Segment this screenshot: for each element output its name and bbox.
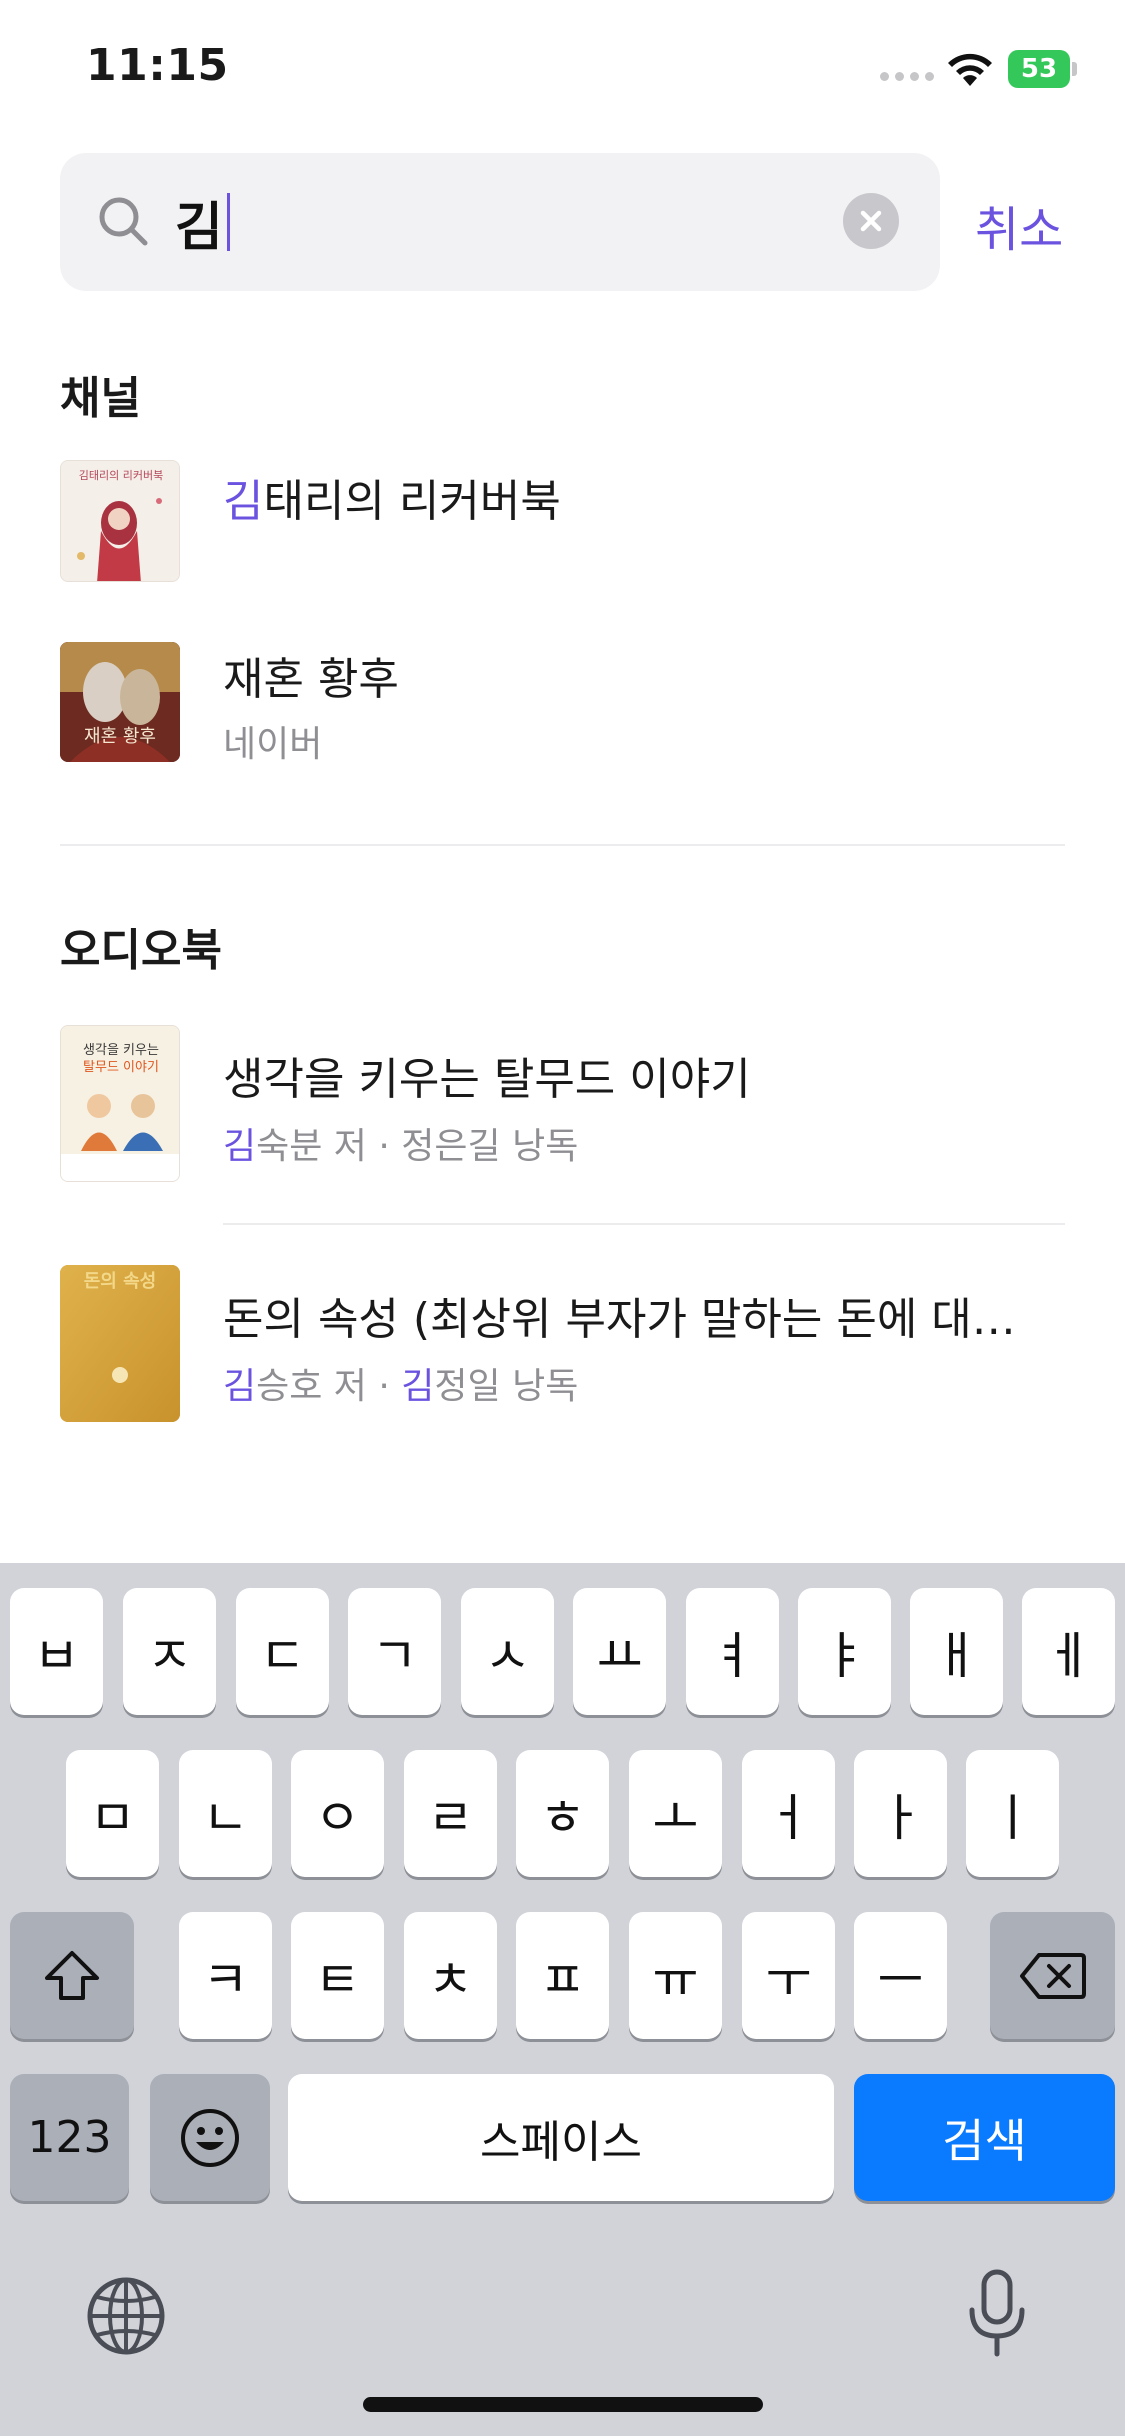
space-key[interactable]: 스페이스 [288, 2074, 834, 2201]
key[interactable]: ㅜ [742, 1912, 835, 2039]
keyboard: ㅂ ㅈ ㄷ ㄱ ㅅ ㅛ ㅕ ㅑ ㅐ ㅔ ㅁ ㄴ ㅇ ㄹ ㅎ ㅗ ㅓ ㅏ ㅣ ㅋ … [0, 1563, 1125, 2436]
row-divider [223, 1223, 1065, 1225]
numbers-key[interactable]: 123 [10, 2074, 129, 2201]
key[interactable]: ㄱ [348, 1588, 441, 1715]
cellular-signal-icon [880, 72, 934, 81]
key[interactable]: ㄴ [179, 1750, 272, 1877]
audiobook-title: 돈의 속성 (최상위 부자가 말하는 돈에 대한… [223, 1294, 1023, 1345]
key[interactable]: ㅠ [629, 1912, 722, 2039]
audiobook-title: 생각을 키우는 탈무드 이야기 [223, 1054, 751, 1105]
emoji-key[interactable] [150, 2074, 270, 2201]
key[interactable]: ㅁ [66, 1750, 159, 1877]
battery-icon: 53 [1008, 50, 1078, 88]
key[interactable]: ㅋ [179, 1912, 272, 2039]
audiobook-credits: 김숙분 저 · 정은길 낭독 [223, 1126, 579, 1167]
channel-thumbnail-text: 김태리의 리커버북 [79, 469, 163, 482]
key[interactable]: ㅣ [966, 1750, 1059, 1877]
key[interactable]: ㅕ [686, 1588, 779, 1715]
key[interactable]: ㄹ [404, 1750, 497, 1877]
battery-level: 53 [1008, 50, 1070, 88]
search-field[interactable]: 김 [60, 153, 940, 291]
audiobook-credits: 김승호 저 · 김정일 낭독 [223, 1366, 579, 1407]
search-icon [99, 197, 148, 246]
channel-title: 재혼 황후 [223, 654, 399, 705]
audiobook-cover: 돈의 속성 [60, 1265, 180, 1422]
key[interactable]: ㅍ [516, 1912, 609, 2039]
key[interactable]: ㄷ [236, 1588, 329, 1715]
channel-thumbnail: 재혼 황후 [60, 642, 180, 762]
cancel-button[interactable]: 취소 [975, 190, 1063, 260]
text-caret [226, 193, 230, 251]
status-bar: 11:15 53 [0, 0, 1125, 140]
audiobook-cover-text: 돈의 속성 [84, 1271, 157, 1292]
audiobook-cover-text: 생각을 키우는 [83, 1043, 159, 1058]
key[interactable]: ㅂ [10, 1588, 103, 1715]
key[interactable]: ㅈ [123, 1588, 216, 1715]
key[interactable]: ㅅ [461, 1588, 554, 1715]
section-divider [60, 844, 1065, 846]
key[interactable]: ㅑ [798, 1588, 891, 1715]
key[interactable]: ㅌ [291, 1912, 384, 2039]
close-icon [860, 210, 882, 232]
key[interactable]: ㅊ [404, 1912, 497, 2039]
delete-key[interactable] [990, 1912, 1115, 2039]
status-time: 11:15 [86, 40, 229, 91]
audiobook-cover: 생각을 키우는 탈무드 이야기 [60, 1025, 180, 1182]
key[interactable]: ㅇ [291, 1750, 384, 1877]
channel-subtitle: 네이버 [223, 724, 323, 765]
key[interactable]: ㅗ [629, 1750, 722, 1877]
home-indicator[interactable] [363, 2397, 763, 2412]
section-title-audiobooks: 오디오북 [60, 925, 222, 976]
wifi-icon [948, 53, 992, 86]
search-screen: 11:15 53 김 취소 채널 김태리의 리커버북 김태리의 리커버북 재혼 … [0, 0, 1125, 2436]
section-title-channels: 채널 [60, 373, 141, 424]
channel-thumbnail: 김태리의 리커버북 [60, 460, 180, 582]
key[interactable]: ㅐ [910, 1588, 1003, 1715]
search-query: 김 [175, 197, 223, 258]
emoji-icon [181, 2108, 239, 2167]
backspace-icon [1019, 1952, 1086, 1999]
channel-thumbnail-text: 재혼 황후 [84, 726, 156, 747]
search-key[interactable]: 검색 [854, 2074, 1115, 2201]
shift-key[interactable] [10, 1912, 134, 2039]
key[interactable]: ㅎ [516, 1750, 609, 1877]
audiobook-cover-text: 탈무드 이야기 [83, 1060, 159, 1075]
key[interactable]: ㅓ [742, 1750, 835, 1877]
channel-title: 김태리의 리커버북 [223, 476, 561, 527]
key[interactable]: ㅔ [1022, 1588, 1115, 1715]
search-input[interactable]: 김 [175, 189, 230, 258]
shift-icon [45, 1950, 99, 2000]
key[interactable]: ㅏ [854, 1750, 947, 1877]
microphone-icon[interactable] [966, 2268, 1028, 2360]
globe-icon[interactable] [85, 2275, 167, 2357]
clear-search-button[interactable] [843, 193, 899, 249]
key[interactable]: ㅡ [854, 1912, 947, 2039]
key[interactable]: ㅛ [573, 1588, 666, 1715]
